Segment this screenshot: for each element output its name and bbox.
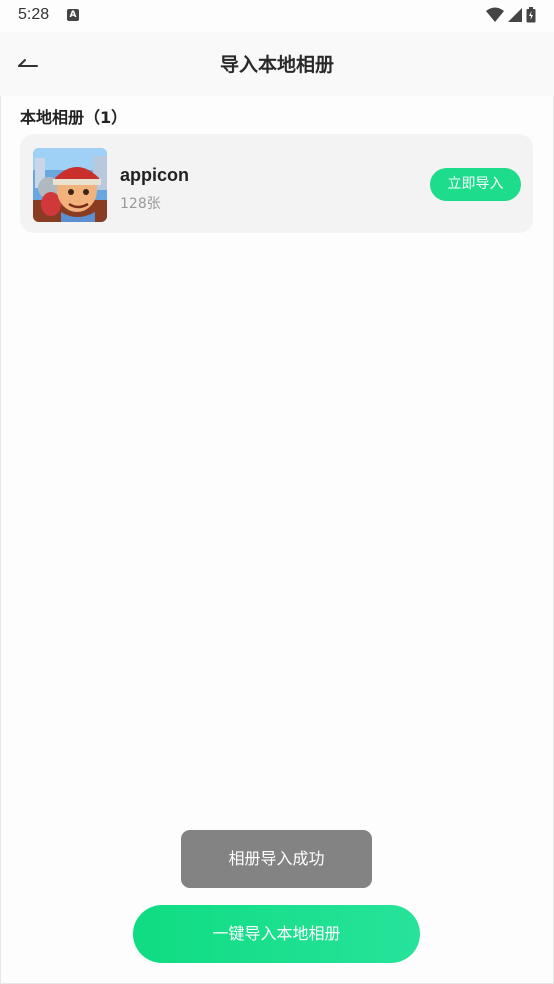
notification-icon: A — [67, 9, 79, 21]
status-bar: 5:28 A — [0, 0, 554, 32]
toast-message: 相册导入成功 — [181, 830, 372, 888]
import-now-button[interactable]: 立即导入 — [430, 168, 521, 201]
album-thumbnail — [33, 148, 107, 222]
battery-icon — [526, 7, 536, 23]
status-icons — [486, 7, 536, 23]
nav-bar: 导入本地相册 — [0, 32, 554, 96]
import-all-button[interactable]: 一键导入本地相册 — [133, 905, 420, 963]
wifi-icon — [486, 7, 504, 22]
page-title: 导入本地相册 — [219, 54, 334, 76]
status-time: 5:28 — [18, 6, 50, 23]
signal-icon — [508, 8, 522, 22]
section-title: 本地相册（1） — [20, 108, 128, 127]
game-app-icon — [33, 148, 107, 222]
album-name: appicon — [120, 165, 190, 185]
album-photo-count: 128张 — [120, 196, 161, 212]
album-card[interactable]: appicon 128张 立即导入 — [20, 134, 533, 233]
